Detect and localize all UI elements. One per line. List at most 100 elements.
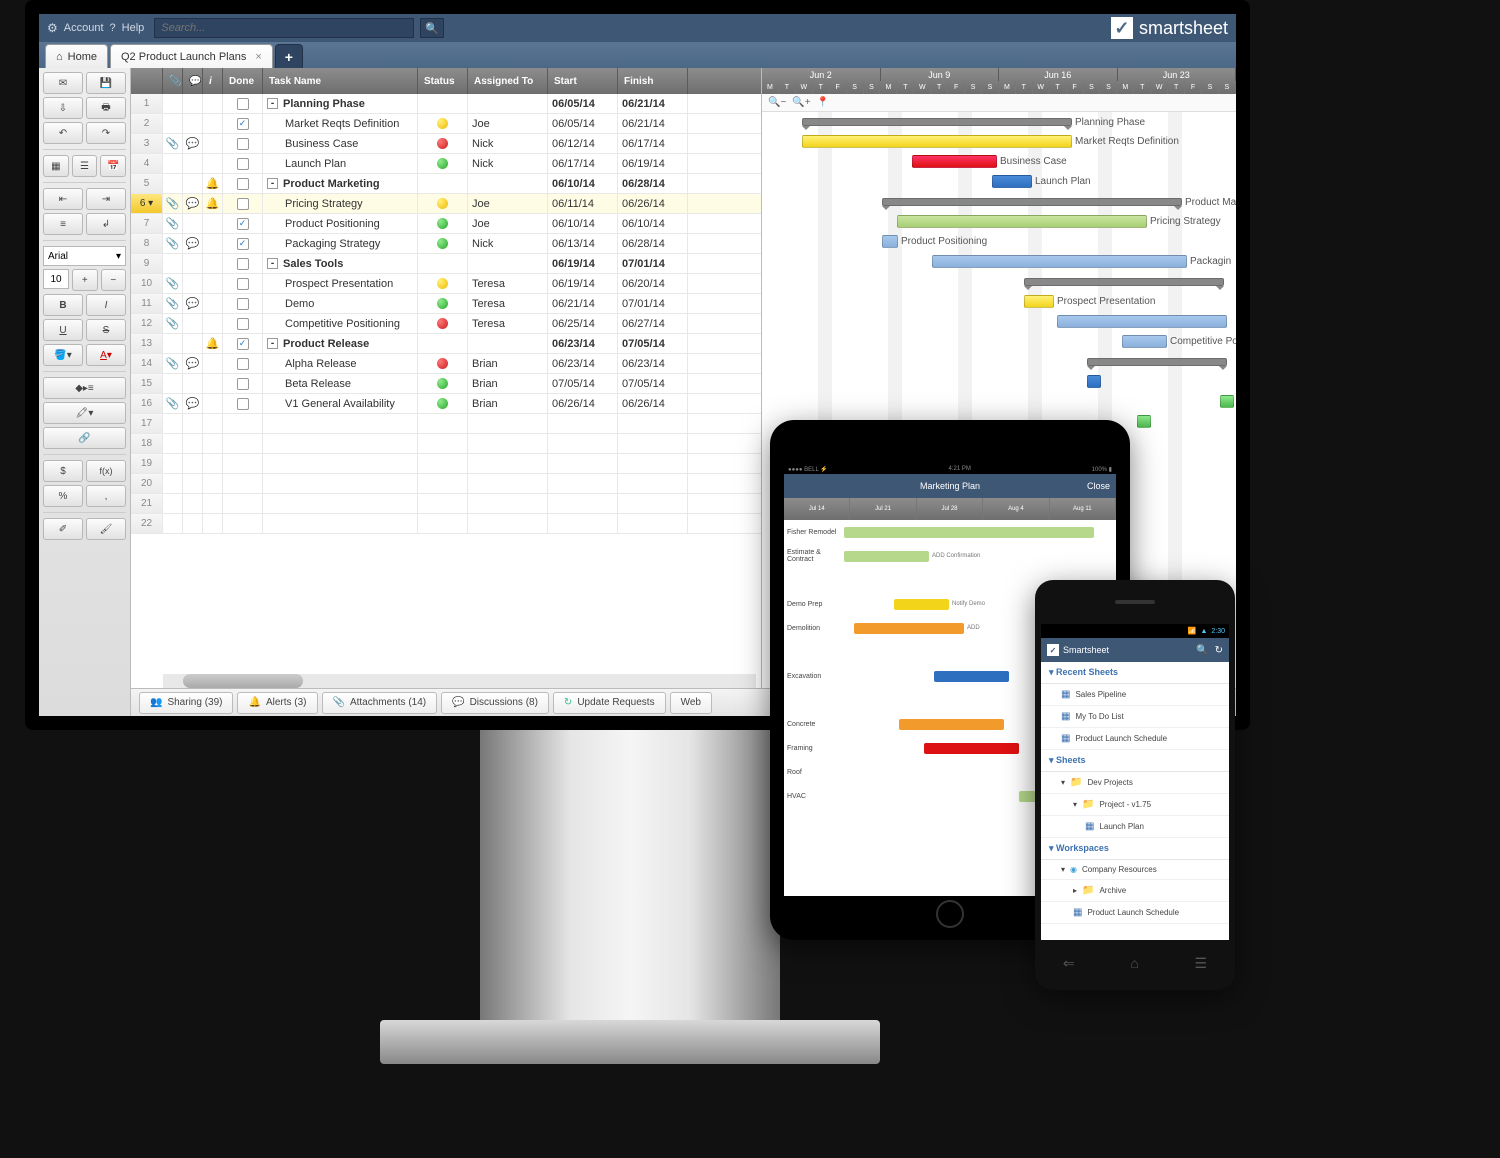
table-row[interactable]: 5🔔-Product Marketing06/10/1406/28/14 <box>131 174 761 194</box>
tab-alerts[interactable]: 🔔Alerts (3) <box>237 692 317 714</box>
help-icon[interactable]: ? <box>110 22 116 34</box>
done-checkbox[interactable] <box>237 138 249 150</box>
table-row[interactable]: 8📎💬✓Packaging StrategyNick06/13/1406/28/… <box>131 234 761 254</box>
done-checkbox[interactable]: ✓ <box>237 338 249 350</box>
h-scrollbar[interactable] <box>163 674 756 688</box>
done-checkbox[interactable] <box>237 398 249 410</box>
done-checkbox[interactable] <box>237 198 249 210</box>
clip-icon[interactable]: 📎 <box>166 297 180 310</box>
table-row[interactable]: 3📎💬Business CaseNick06/12/1406/17/14 <box>131 134 761 154</box>
phone-section-recent[interactable]: ▾ Recent Sheets <box>1041 662 1229 684</box>
gantt-bar[interactable]: Planning Phase <box>802 118 1072 126</box>
fill-color-button[interactable]: 🪣▾ <box>43 344 83 366</box>
clip-icon[interactable]: 📎 <box>166 397 180 410</box>
table-row[interactable]: 4Launch PlanNick06/17/1406/19/14 <box>131 154 761 174</box>
fx-button[interactable]: f(x) <box>86 460 126 482</box>
table-row[interactable]: 14📎💬Alpha ReleaseBrian06/23/1406/23/14 <box>131 354 761 374</box>
done-checkbox[interactable] <box>237 178 249 190</box>
table-row[interactable]: 17 <box>131 414 761 434</box>
currency-button[interactable]: $ <box>43 460 83 482</box>
redo-button[interactable]: ↷ <box>86 122 126 144</box>
tablet-home-button[interactable] <box>936 900 964 928</box>
search-box[interactable] <box>154 18 414 38</box>
goto-today-icon[interactable]: 📍 <box>817 97 829 108</box>
phone-refresh-icon[interactable]: ↻ <box>1215 645 1223 656</box>
phone-ws[interactable]: ▸ 📁Archive <box>1041 880 1229 902</box>
tab-sharing[interactable]: 👥Sharing (39) <box>139 692 233 714</box>
account-link[interactable]: Account <box>64 22 104 34</box>
gantt-bar[interactable] <box>1057 315 1227 328</box>
close-tab-icon[interactable]: × <box>255 51 261 63</box>
phone-search-icon[interactable]: 🔍 <box>1196 645 1208 656</box>
table-row[interactable]: 11📎💬DemoTeresa06/21/1407/01/14 <box>131 294 761 314</box>
gantt-bar[interactable] <box>1137 415 1151 428</box>
bubble-icon[interactable]: 💬 <box>186 237 200 250</box>
bubble-icon[interactable]: 💬 <box>186 137 200 150</box>
align-left-button[interactable]: ≡ <box>43 213 83 235</box>
phone-section-workspaces[interactable]: ▾ Workspaces <box>1041 838 1229 860</box>
col-status[interactable]: Status <box>418 68 468 94</box>
done-checkbox[interactable] <box>237 258 249 270</box>
tablet-close[interactable]: Close <box>1087 481 1110 491</box>
done-checkbox[interactable]: ✓ <box>237 238 249 250</box>
collapse-toggle[interactable]: - <box>267 338 278 349</box>
phone-recent-icon[interactable]: ☰ <box>1195 955 1208 972</box>
tab-attachments[interactable]: 📎Attachments (14) <box>322 692 438 714</box>
tab-sheet[interactable]: Q2 Product Launch Plans × <box>110 44 273 68</box>
search-input[interactable] <box>161 22 407 34</box>
bell-icon[interactable]: 🔔 <box>206 337 220 350</box>
gantt-bar[interactable]: Prospect Presentation <box>1024 295 1054 308</box>
phone-recent-item[interactable]: ▦Sales Pipeline <box>1041 684 1229 706</box>
italic-button[interactable]: I <box>86 294 126 316</box>
wrap-button[interactable]: ↲ <box>86 213 126 235</box>
cond-format-button[interactable]: ◆▸≡ <box>43 377 126 399</box>
gantt-bar[interactable]: Market Reqts Definition <box>802 135 1072 148</box>
clip-icon[interactable]: 📎 <box>166 357 180 370</box>
phone-folder[interactable]: ▾ 📁Project - v1.75 <box>1041 794 1229 816</box>
gantt-bar[interactable]: Launch Plan <box>992 175 1032 188</box>
bubble-icon[interactable]: 💬 <box>186 197 200 210</box>
gantt-bar[interactable] <box>1024 278 1224 286</box>
bubble-icon[interactable]: 💬 <box>186 357 200 370</box>
table-row[interactable]: 12📎Competitive PositioningTeresa06/25/14… <box>131 314 761 334</box>
clip-icon[interactable]: 📎 <box>166 197 180 210</box>
done-checkbox[interactable]: ✓ <box>237 118 249 130</box>
done-checkbox[interactable] <box>237 278 249 290</box>
phone-section-sheets[interactable]: ▾ Sheets <box>1041 750 1229 772</box>
phone-doc[interactable]: ▦Launch Plan <box>1041 816 1229 838</box>
table-row[interactable]: 15Beta ReleaseBrian07/05/1407/05/14 <box>131 374 761 394</box>
font-select[interactable]: Arial▾ <box>43 246 126 266</box>
col-start[interactable]: Start <box>548 68 618 94</box>
gantt-bar[interactable]: Business Case <box>912 155 997 168</box>
table-row[interactable]: 22 <box>131 514 761 534</box>
outdent-button[interactable]: ⇤ <box>43 188 83 210</box>
tab-web[interactable]: Web <box>670 692 712 714</box>
save-button[interactable]: 💾 <box>86 72 126 94</box>
comma-button[interactable]: , <box>86 485 126 507</box>
underline-button[interactable]: U <box>43 319 83 341</box>
font-color-button[interactable]: A▾ <box>86 344 126 366</box>
done-checkbox[interactable] <box>237 298 249 310</box>
tab-home[interactable]: ⌂ Home <box>45 44 108 68</box>
table-row[interactable]: 21 <box>131 494 761 514</box>
col-assigned[interactable]: Assigned To <box>468 68 548 94</box>
gantt-bar[interactable] <box>1087 375 1101 388</box>
gantt-view-button[interactable]: ☰ <box>72 155 98 177</box>
grid-view-button[interactable]: ▦ <box>43 155 69 177</box>
col-finish[interactable]: Finish <box>618 68 688 94</box>
bold-button[interactable]: B <box>43 294 83 316</box>
done-checkbox[interactable] <box>237 378 249 390</box>
table-row[interactable]: 18 <box>131 434 761 454</box>
phone-home-icon[interactable]: ⌂ <box>1130 955 1138 971</box>
col-bubble-icon[interactable]: 💬 <box>183 68 203 94</box>
clip-icon[interactable]: 📎 <box>166 217 180 230</box>
bell-icon[interactable]: 🔔 <box>206 197 220 210</box>
gantt-bar[interactable] <box>1220 395 1234 408</box>
collapse-toggle[interactable]: - <box>267 258 278 269</box>
highlight-button[interactable]: 🖍▾ <box>43 402 126 424</box>
print-button[interactable]: 🖶 <box>86 97 126 119</box>
size-down-button[interactable]: − <box>101 269 127 291</box>
bubble-icon[interactable]: 💬 <box>186 297 200 310</box>
gantt-bar[interactable]: Competitive Po <box>1122 335 1167 348</box>
gantt-bar[interactable]: Pricing Strategy <box>897 215 1147 228</box>
